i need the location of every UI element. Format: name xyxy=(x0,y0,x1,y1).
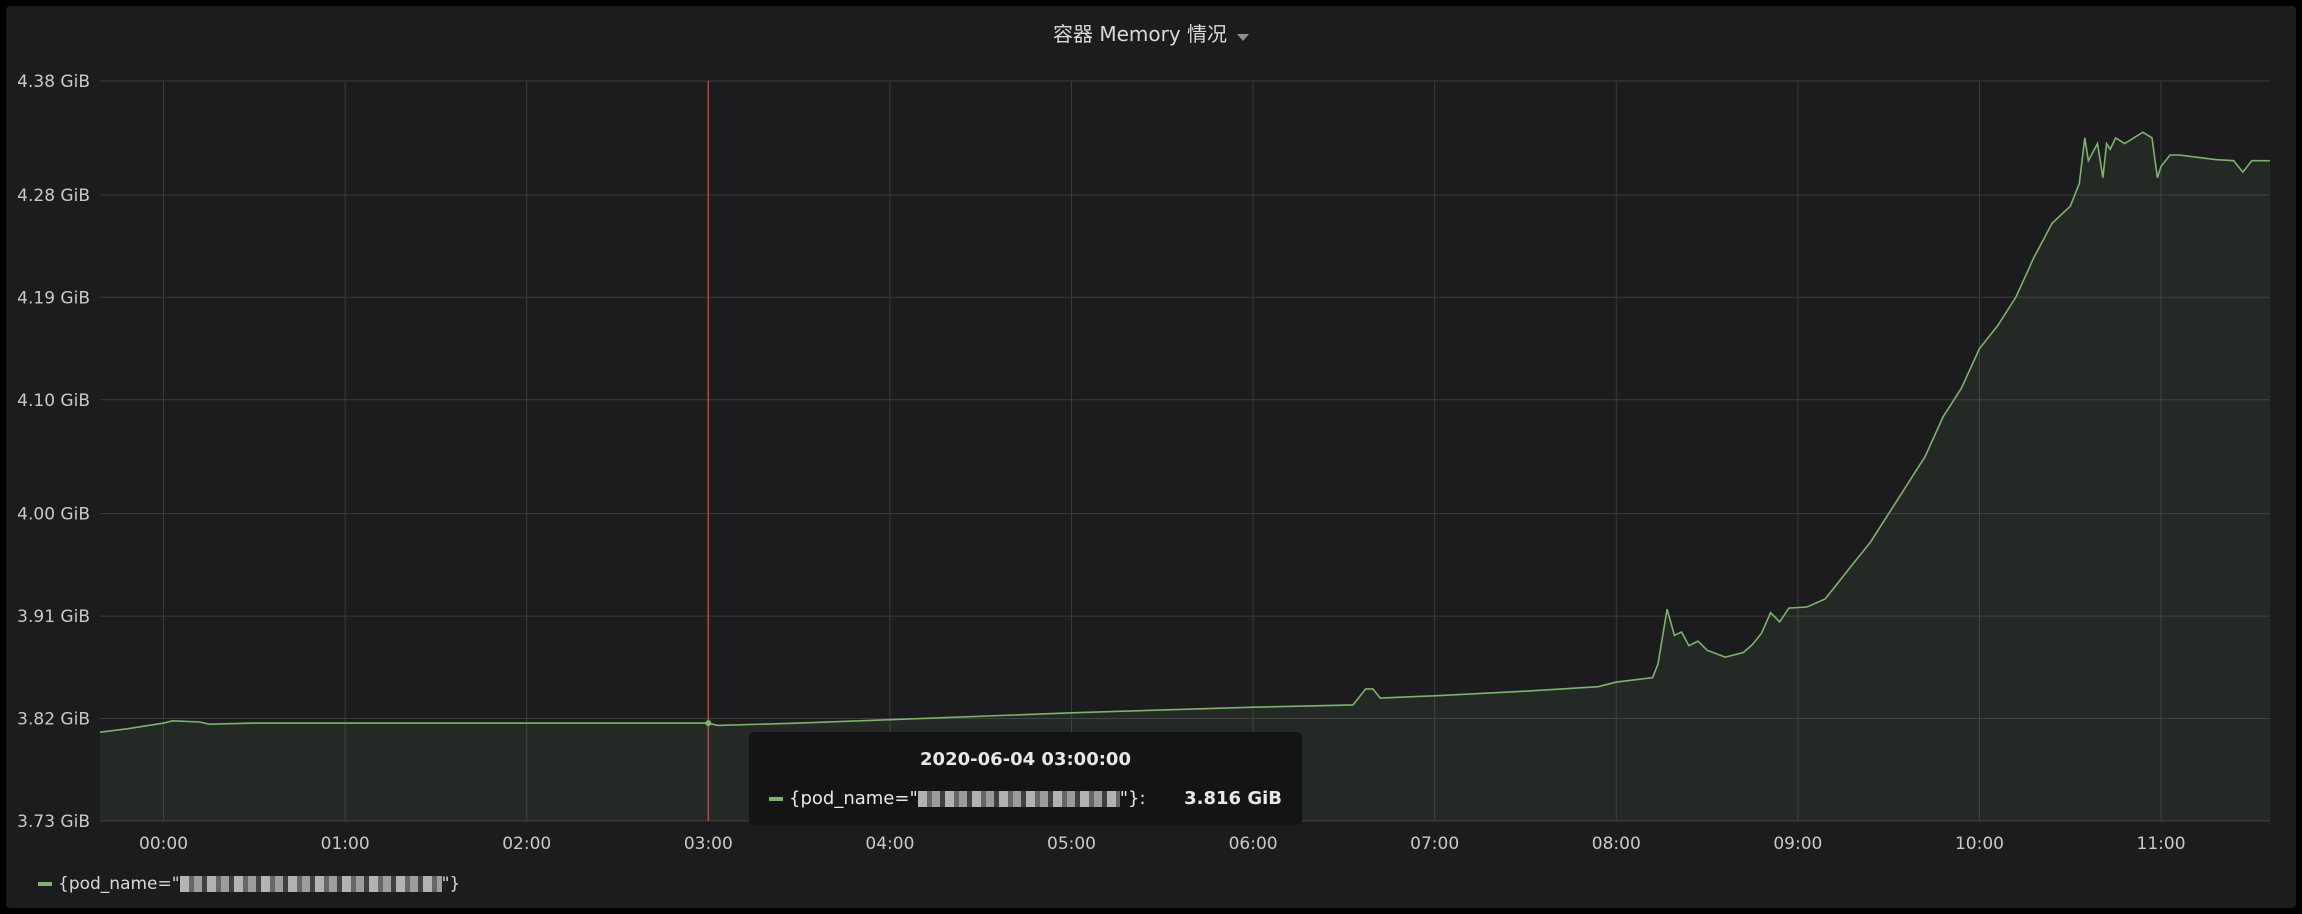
y-axis: 3.73 GiB 3.82 GiB 3.91 GiB 4.00 GiB 4.10 GiB… xyxy=(17,72,90,832)
x-tick-label: 01:00 xyxy=(321,834,370,854)
x-tick-label: 10:00 xyxy=(1955,834,2004,854)
legend-series-prefix: {pod_name=" xyxy=(58,874,180,894)
graph-panel: 容器 Memory 情况 3.73 GiB 3.82 GiB 3.91 GiB 4.0… xyxy=(6,6,2296,908)
x-tick-label: 11:00 xyxy=(2137,834,2186,854)
x-tick-label: 09:00 xyxy=(1773,834,1822,854)
y-tick-label: 3.73 GiB xyxy=(17,812,90,832)
tooltip-series-suffix: "}: xyxy=(1119,788,1146,809)
y-tick-label: 4.38 GiB xyxy=(17,72,90,92)
y-tick-label: 4.10 GiB xyxy=(17,391,90,411)
redacted-pod-name xyxy=(179,876,442,892)
y-tick-label: 3.82 GiB xyxy=(17,710,90,730)
legend-item[interactable]: {pod_name=" "} xyxy=(38,874,460,894)
x-tick-label: 08:00 xyxy=(1592,834,1641,854)
series-color-swatch xyxy=(769,797,783,801)
redacted-pod-name xyxy=(917,791,1120,807)
series-area xyxy=(100,132,2270,821)
x-tick-label: 06:00 xyxy=(1229,834,1278,854)
x-tick-label: 04:00 xyxy=(865,834,914,854)
tooltip-value: 3.816 GiB xyxy=(1184,788,1282,809)
y-tick-label: 4.19 GiB xyxy=(17,288,90,308)
x-tick-label: 07:00 xyxy=(1410,834,1459,854)
x-axis: 00:00 01:00 02:00 03:00 04:00 05:00 06:00 07:00… xyxy=(139,834,2185,854)
hover-tooltip: 2020-06-04 03:00:00 {pod_name=" "}: 3.816… xyxy=(749,732,1302,825)
y-tick-label: 4.00 GiB xyxy=(17,505,90,525)
hover-point xyxy=(705,720,712,727)
chart-cursor-layer xyxy=(705,81,712,821)
chart-area-layer xyxy=(99,131,2270,821)
series-color-swatch xyxy=(38,882,52,886)
x-tick-label: 02:00 xyxy=(502,834,551,854)
tooltip-time: 2020-06-04 03:00:00 xyxy=(920,749,1131,770)
y-tick-label: 4.28 GiB xyxy=(17,186,90,206)
x-tick-label: 00:00 xyxy=(139,834,188,854)
tooltip-series-row: {pod_name=" "}: 3.816 GiB xyxy=(769,788,1282,809)
x-tick-label: 05:00 xyxy=(1047,834,1096,854)
legend-series-suffix: "} xyxy=(441,874,461,894)
tooltip-series-prefix: {pod_name=" xyxy=(789,788,918,809)
x-tick-label: 03:00 xyxy=(684,834,733,854)
y-tick-label: 3.91 GiB xyxy=(17,607,90,627)
